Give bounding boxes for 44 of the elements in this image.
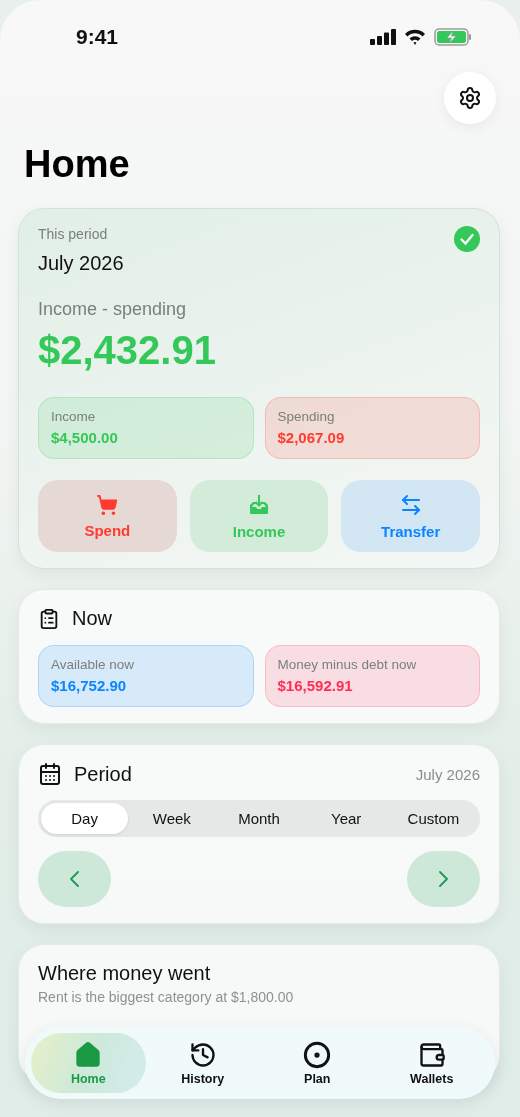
period-tab[interactable]: Year bbox=[302, 803, 390, 834]
page-title: Home bbox=[24, 142, 131, 186]
period-tab[interactable]: Month bbox=[215, 803, 303, 834]
net-label: Income - spending bbox=[38, 299, 188, 320]
status-time: 9:41 bbox=[76, 25, 119, 49]
previous-button[interactable] bbox=[38, 851, 111, 907]
period-date: July 2026 bbox=[415, 765, 480, 783]
period-name: July 2026 bbox=[38, 252, 124, 275]
stat-amount: $16,752.90 bbox=[51, 677, 128, 694]
battery-charging-icon bbox=[434, 28, 472, 46]
section-title: Period bbox=[74, 762, 133, 786]
next-button[interactable] bbox=[407, 851, 480, 907]
wallet-icon bbox=[417, 1040, 446, 1069]
stat-amount: $4,500.00 bbox=[51, 429, 119, 446]
stat-label: Income bbox=[51, 409, 97, 424]
stat-amount: $2,067.09 bbox=[277, 429, 346, 446]
period-tab[interactable]: Day bbox=[41, 803, 129, 834]
section-title: Where money went bbox=[38, 962, 212, 985]
tab-bar-item[interactable]: Wallets bbox=[374, 1033, 489, 1093]
tab-bar-item[interactable]: Plan bbox=[260, 1033, 375, 1093]
section-subtitle: Rent is the biggest category at $1,800.00 bbox=[38, 989, 295, 1005]
tab-bar-item[interactable]: History bbox=[145, 1033, 260, 1093]
target-icon bbox=[303, 1040, 332, 1069]
inbox-download-icon bbox=[247, 492, 271, 517]
chevron-left-icon bbox=[70, 871, 79, 887]
clipboard-icon bbox=[38, 607, 60, 630]
cart-icon bbox=[96, 493, 119, 516]
period-label: This period bbox=[38, 226, 109, 242]
calendar-icon bbox=[38, 762, 62, 786]
period-tab[interactable]: Week bbox=[128, 803, 216, 834]
period-tab[interactable]: Custom bbox=[389, 803, 477, 834]
stat-label: Available now bbox=[51, 657, 136, 672]
home-icon bbox=[74, 1040, 103, 1069]
wifi-icon bbox=[404, 29, 426, 45]
chevron-right-icon bbox=[439, 871, 448, 887]
net-amount: $2,432.91 bbox=[38, 328, 217, 373]
stat-label: Spending bbox=[277, 409, 336, 424]
stat-amount: $16,592.91 bbox=[277, 677, 354, 694]
settings-button[interactable] bbox=[444, 72, 496, 124]
stat-label: Money minus debt now bbox=[277, 657, 418, 672]
history-icon bbox=[188, 1040, 217, 1069]
section-title: Now bbox=[72, 607, 113, 630]
signal-icon bbox=[370, 29, 396, 45]
settings-icon bbox=[458, 86, 482, 110]
